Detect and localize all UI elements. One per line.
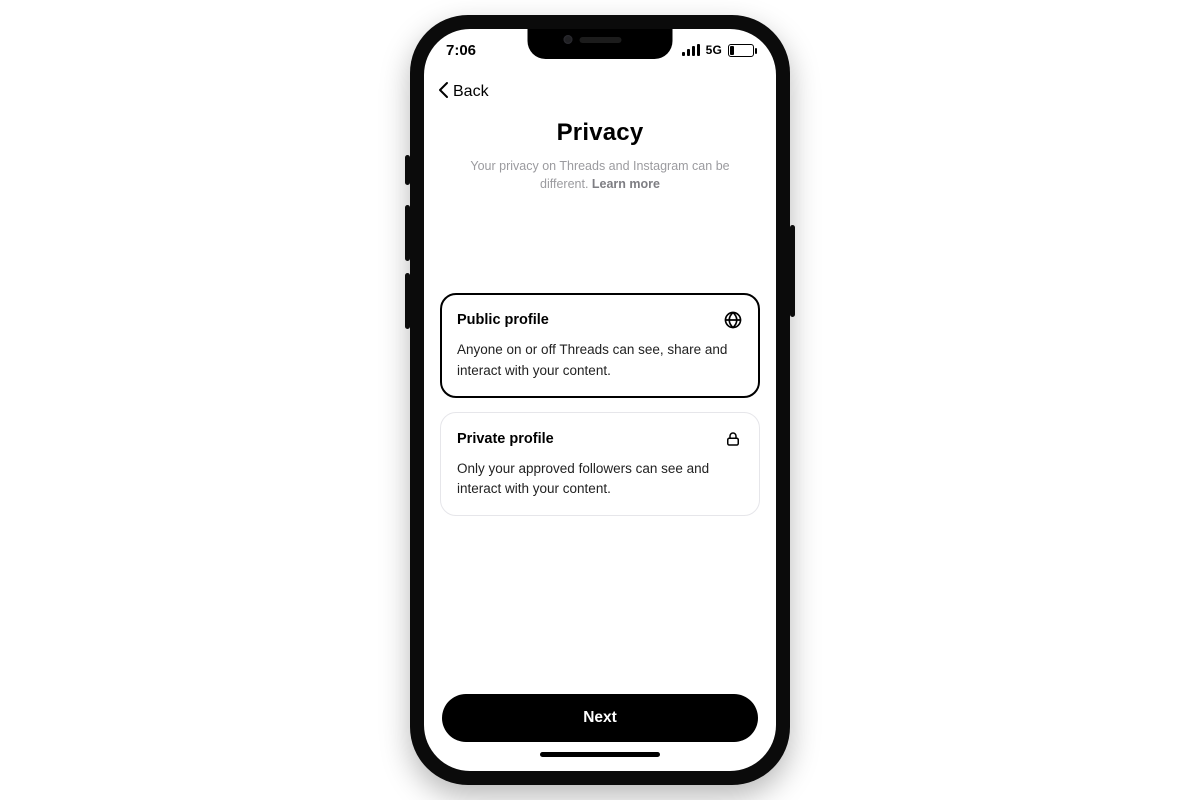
option-desc: Only your approved followers can see and… xyxy=(457,459,743,500)
lock-icon xyxy=(723,429,743,449)
option-title: Public profile xyxy=(457,312,549,328)
globe-icon xyxy=(723,310,743,330)
notch xyxy=(528,29,673,59)
option-title: Private profile xyxy=(457,431,554,447)
device-frame: 7:06 5G Back Privacy Your priv xyxy=(410,15,790,785)
option-private-profile[interactable]: Private profile Only your approved follo… xyxy=(440,412,760,517)
mute-switch xyxy=(405,155,410,185)
next-button[interactable]: Next xyxy=(442,694,758,742)
status-right: 5G xyxy=(682,43,754,57)
page-title: Privacy xyxy=(448,119,752,147)
speaker xyxy=(579,37,621,43)
back-button[interactable]: Back xyxy=(438,81,489,104)
screen: 7:06 5G Back Privacy Your priv xyxy=(424,29,776,771)
battery-icon xyxy=(728,44,754,57)
front-camera xyxy=(564,35,573,44)
page-header: Privacy Your privacy on Threads and Inst… xyxy=(424,113,776,193)
status-time: 7:06 xyxy=(446,42,476,59)
volume-up-button xyxy=(405,205,410,261)
back-label: Back xyxy=(453,83,489,101)
cellular-signal-icon xyxy=(682,44,700,56)
privacy-options: Public profile Anyone on or off Threads … xyxy=(424,193,776,516)
option-desc: Anyone on or off Threads can see, share … xyxy=(457,340,743,381)
learn-more-link[interactable]: Learn more xyxy=(592,177,660,191)
battery-level xyxy=(730,46,734,55)
volume-down-button xyxy=(405,273,410,329)
nav-bar: Back xyxy=(424,71,776,113)
chevron-left-icon xyxy=(438,81,449,104)
side-button xyxy=(790,225,795,317)
footer: Next xyxy=(424,694,776,757)
network-label: 5G xyxy=(706,43,722,57)
page-subtitle: Your privacy on Threads and Instagram ca… xyxy=(448,157,752,193)
option-public-profile[interactable]: Public profile Anyone on or off Threads … xyxy=(440,293,760,398)
home-indicator[interactable] xyxy=(540,752,660,757)
